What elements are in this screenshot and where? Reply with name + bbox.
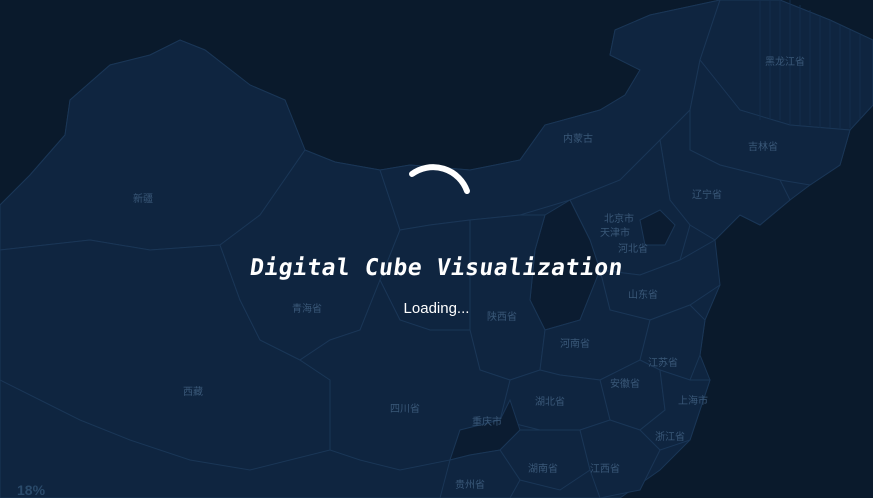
loading-spinner-icon <box>409 164 470 194</box>
loading-status-text: Loading... <box>403 300 470 317</box>
map-label-hubei: 湖北省 <box>535 395 565 408</box>
map-label-liaoning: 辽宁省 <box>692 188 722 201</box>
app-title: Digital Cube Visualization <box>248 255 625 281</box>
map-label-heilongjiang: 黑龙江省 <box>765 55 805 68</box>
map-label-xizang: 西藏 <box>183 386 203 398</box>
map-label-hebei: 河北省 <box>618 242 648 255</box>
map-label-chongqing: 重庆市 <box>472 415 502 428</box>
map-label-jilin: 吉林省 <box>748 140 778 153</box>
map-label-xinjiang: 新疆 <box>133 192 153 205</box>
map-label-beijing: 北京市 <box>604 212 634 225</box>
map-label-shanghai: 上海市 <box>678 394 708 407</box>
map-label-anhui: 安徽省 <box>610 377 640 390</box>
loading-progress-percent: 18% <box>17 482 46 498</box>
map-label-tianjin: 天津市 <box>600 226 630 239</box>
map-label-sichuan: 四川省 <box>390 402 420 415</box>
map-label-jiangsu: 江苏省 <box>648 356 678 369</box>
map-label-zhejiang: 浙江省 <box>655 430 685 443</box>
loading-screen: 黑龙江省 吉林省 内蒙古 辽宁省 新疆 北京市 天津市 河北省 山东省 青海省 … <box>0 0 873 498</box>
china-map-background: 黑龙江省 吉林省 内蒙古 辽宁省 新疆 北京市 天津市 河北省 山东省 青海省 … <box>0 0 873 498</box>
map-label-henan: 河南省 <box>560 337 590 350</box>
map-label-neimenggu: 内蒙古 <box>563 132 593 145</box>
map-label-hunan: 湖南省 <box>528 462 558 475</box>
map-label-jiangxi: 江西省 <box>590 462 620 475</box>
map-label-guizhou: 贵州省 <box>455 478 485 491</box>
